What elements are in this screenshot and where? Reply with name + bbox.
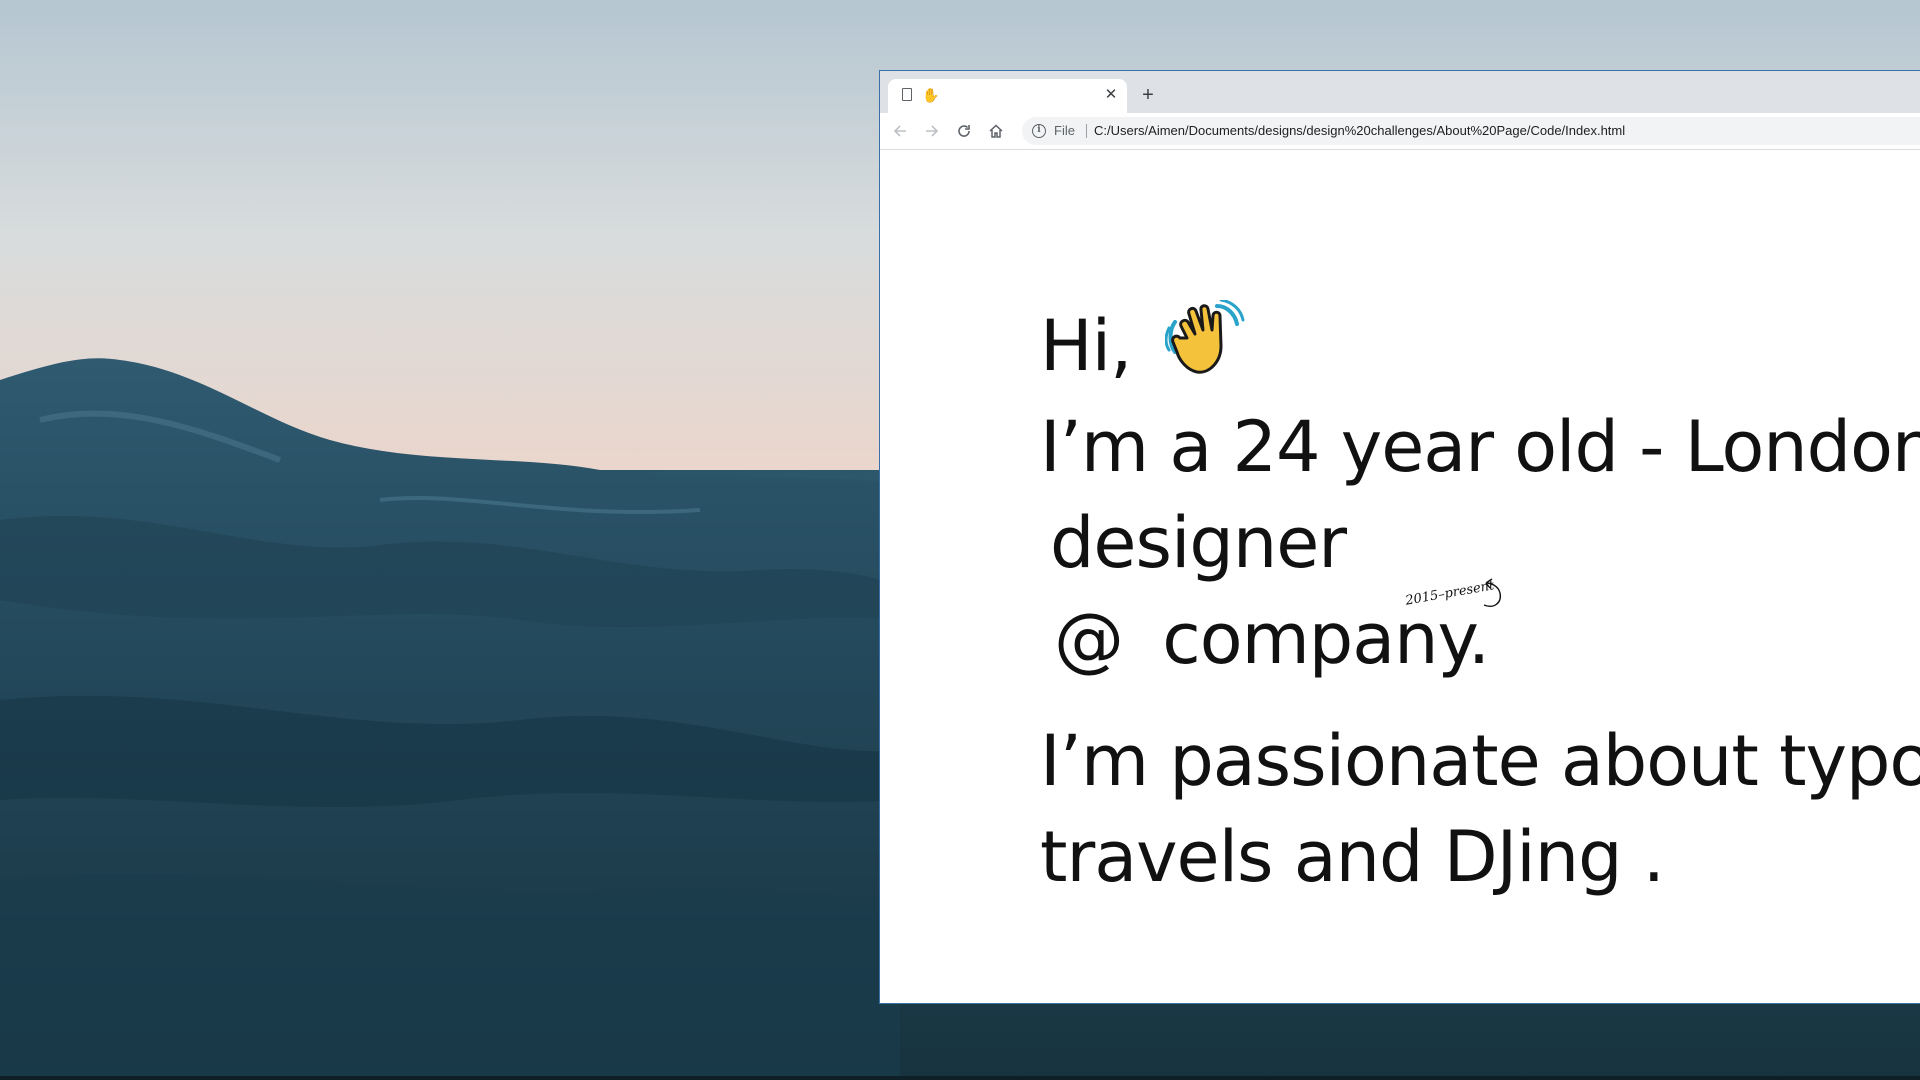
arrow-right-icon: [926, 125, 939, 137]
arrow-left-icon: [893, 125, 906, 137]
home-button[interactable]: [984, 119, 1008, 143]
desktop-wallpaper: ✋ ✕ + i File C:/Users/Aimen/Documents/de…: [0, 0, 1920, 1080]
chip-divider: [1086, 124, 1087, 138]
company-line: @ company.: [1054, 598, 1490, 680]
tab-index-html[interactable]: ✋ ✕: [888, 79, 1127, 113]
passion-line: I’m passionate about typo: [1040, 720, 1920, 802]
page-content: Hi, I’m a 24 year old - London designer …: [880, 150, 1920, 1003]
address-bar[interactable]: i File C:/Users/Aimen/Documents/designs/…: [1022, 117, 1920, 145]
hobbies-line: travels and DJing .: [1040, 816, 1665, 898]
info-icon[interactable]: i: [1032, 124, 1046, 138]
url-text[interactable]: C:/Users/Aimen/Documents/designs/design%…: [1094, 117, 1625, 145]
page-icon: [902, 88, 912, 101]
reload-icon: [958, 125, 970, 137]
designer-line: designer: [1050, 502, 1347, 584]
home-icon: [989, 124, 1003, 138]
at-symbol: @: [1054, 598, 1124, 680]
waving-hand-icon: ✋: [922, 87, 940, 103]
new-tab-button[interactable]: +: [1136, 84, 1160, 108]
close-icon[interactable]: ✕: [1101, 85, 1121, 105]
intro-line: I’m a 24 year old - London: [1040, 406, 1920, 488]
taskbar-edge: [0, 1076, 1920, 1080]
browser-window: ✋ ✕ + i File C:/Users/Aimen/Documents/de…: [879, 70, 1920, 1004]
curved-arrow-icon: [1483, 578, 1501, 607]
forward-button[interactable]: [920, 119, 944, 143]
scheme-label: File: [1054, 123, 1075, 138]
tab-strip: ✋ ✕ +: [880, 71, 1920, 113]
company-text: company.: [1162, 598, 1490, 680]
greeting-text: Hi,: [1040, 305, 1132, 387]
greeting-line: Hi,: [1040, 300, 1245, 387]
waving-hand-icon: [1164, 300, 1245, 374]
back-button[interactable]: [888, 119, 912, 143]
reload-button[interactable]: [952, 119, 976, 143]
browser-toolbar: i File C:/Users/Aimen/Documents/designs/…: [880, 113, 1920, 150]
